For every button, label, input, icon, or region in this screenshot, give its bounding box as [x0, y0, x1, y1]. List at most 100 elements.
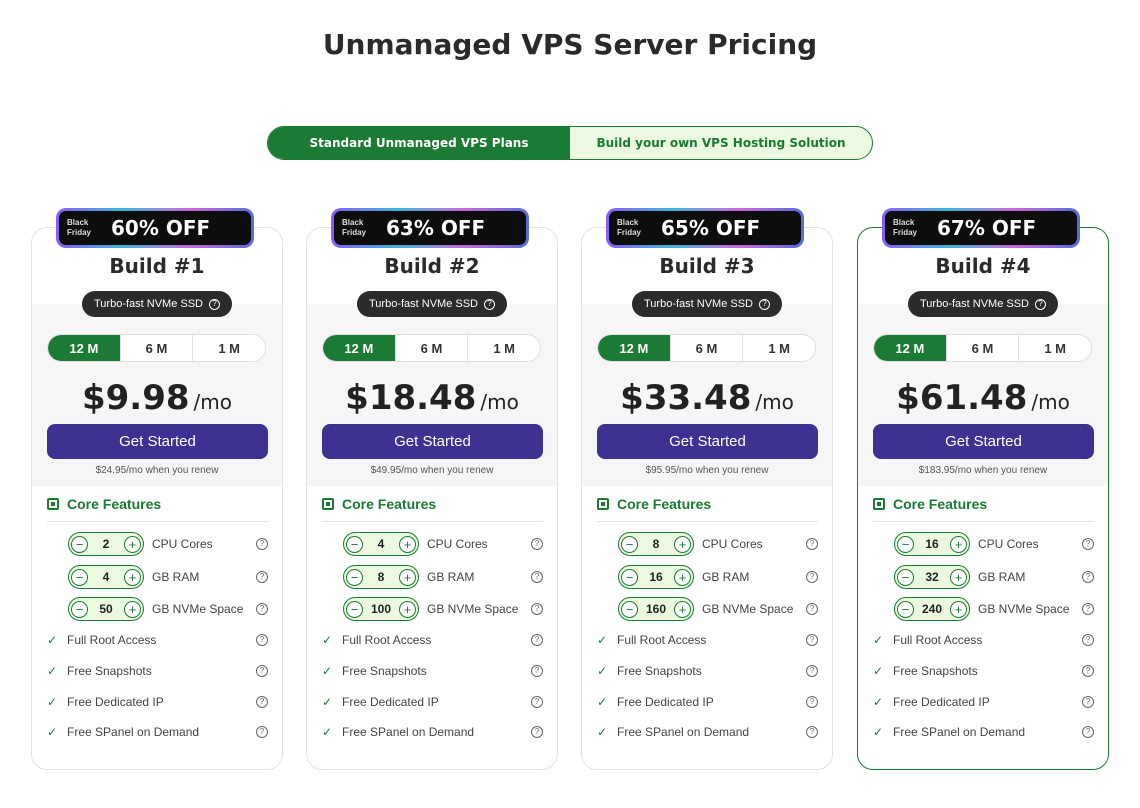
core-features-header: Core Features [597, 496, 818, 522]
help-icon[interactable]: ? [806, 603, 818, 615]
get-started-button[interactable]: Get Started [322, 424, 543, 459]
minus-icon[interactable]: − [897, 600, 914, 618]
help-icon[interactable]: ? [531, 696, 543, 708]
help-icon[interactable]: ? [806, 538, 818, 550]
minus-icon[interactable]: − [346, 600, 363, 618]
help-icon[interactable]: ? [806, 634, 818, 646]
help-icon[interactable]: ? [1082, 634, 1094, 646]
check-icon: ✓ [47, 695, 58, 709]
plus-icon[interactable]: + [124, 535, 141, 553]
core-features-header: Core Features [322, 496, 543, 522]
minus-icon[interactable]: − [71, 568, 88, 586]
minus-icon[interactable]: − [71, 535, 88, 553]
feature-label: Free SPanel on Demand [893, 725, 1026, 739]
minus-icon[interactable]: − [897, 568, 914, 586]
period-12m[interactable]: 12 M [323, 335, 395, 361]
plus-icon[interactable]: + [950, 600, 967, 618]
period-6m[interactable]: 6 M [394, 335, 468, 361]
price-area: Turbo-fast NVMe SSD ? 12 M 6 M 1 M $61.4… [858, 291, 1108, 486]
help-icon[interactable]: ? [1082, 726, 1094, 738]
help-icon[interactable]: ? [531, 538, 543, 550]
renew-price: $24.95/mo when you renew [95, 465, 219, 476]
plus-icon[interactable]: + [399, 568, 416, 586]
period-1m[interactable]: 1 M [742, 335, 815, 361]
ram-row: − 16 + GB RAM ? [618, 565, 818, 589]
price-unit: /mo [1031, 390, 1070, 414]
period-12m[interactable]: 12 M [874, 335, 946, 361]
help-icon[interactable]: ? [531, 665, 543, 677]
period-1m[interactable]: 1 M [1018, 335, 1091, 361]
feature-label: Free Snapshots [617, 664, 702, 678]
core-features-header: Core Features [873, 496, 1094, 522]
plus-icon[interactable]: + [673, 568, 691, 586]
minus-icon[interactable]: − [897, 535, 914, 553]
discount-badge: Black Friday 63% OFF [331, 208, 529, 248]
feature-item: ✓ Free Dedicated IP ? [322, 693, 543, 711]
feature-item: ✓ Full Root Access ? [873, 631, 1094, 649]
ram-value: 4 [102, 570, 110, 584]
get-started-button[interactable]: Get Started [873, 424, 1094, 459]
plus-icon[interactable]: + [123, 600, 141, 618]
help-icon[interactable]: ? [256, 538, 268, 550]
cpu-stepper: − 16 + [894, 532, 970, 556]
help-icon[interactable]: ? [1082, 538, 1094, 550]
feature-label: Free SPanel on Demand [67, 725, 200, 739]
minus-icon[interactable]: − [621, 535, 638, 553]
cpu-row: − 2 + CPU Cores ? [68, 532, 268, 556]
help-icon[interactable]: ? [1082, 665, 1094, 677]
minus-icon[interactable]: − [71, 600, 88, 618]
period-6m[interactable]: 6 M [119, 335, 193, 361]
plus-icon[interactable]: + [399, 600, 416, 618]
help-icon[interactable]: ? [209, 298, 221, 310]
discount-text: 63% OFF [386, 216, 486, 240]
check-icon: ✓ [597, 633, 608, 647]
price: $9.98/mo [32, 378, 282, 418]
plus-icon[interactable]: + [949, 535, 967, 553]
minus-icon[interactable]: − [621, 600, 638, 618]
help-icon[interactable]: ? [256, 726, 268, 738]
help-icon[interactable]: ? [806, 726, 818, 738]
help-icon[interactable]: ? [256, 696, 268, 708]
help-icon[interactable]: ? [1082, 603, 1094, 615]
minus-icon[interactable]: − [346, 568, 363, 586]
help-icon[interactable]: ? [256, 571, 268, 583]
period-1m[interactable]: 1 M [467, 335, 540, 361]
period-12m[interactable]: 12 M [598, 335, 670, 361]
help-icon[interactable]: ? [806, 696, 818, 708]
plus-icon[interactable]: + [399, 535, 416, 553]
help-icon[interactable]: ? [759, 298, 771, 310]
help-icon[interactable]: ? [531, 603, 543, 615]
period-6m[interactable]: 6 M [669, 335, 743, 361]
check-icon: ✓ [47, 664, 58, 678]
get-started-button[interactable]: Get Started [597, 424, 818, 459]
help-icon[interactable]: ? [531, 634, 543, 646]
help-icon[interactable]: ? [531, 571, 543, 583]
chip-icon [597, 498, 609, 510]
plus-icon[interactable]: + [124, 568, 141, 586]
help-icon[interactable]: ? [256, 665, 268, 677]
feature-item: ✓ Free Dedicated IP ? [47, 693, 268, 711]
help-icon[interactable]: ? [806, 665, 818, 677]
minus-icon[interactable]: − [621, 568, 638, 586]
plus-icon[interactable]: + [674, 535, 691, 553]
period-12m[interactable]: 12 M [48, 335, 120, 361]
help-icon[interactable]: ? [256, 634, 268, 646]
plus-icon[interactable]: + [949, 568, 967, 586]
help-icon[interactable]: ? [484, 298, 496, 310]
help-icon[interactable]: ? [531, 726, 543, 738]
chip-icon [873, 498, 885, 510]
plan-card: Black Friday 63% OFF Build #2 Turbo-fast… [306, 208, 558, 770]
renew-price: $49.95/mo when you renew [370, 465, 494, 476]
period-1m[interactable]: 1 M [192, 335, 265, 361]
black-friday-label: Black Friday [67, 218, 92, 237]
help-icon[interactable]: ? [1035, 298, 1047, 310]
help-icon[interactable]: ? [1082, 571, 1094, 583]
help-icon[interactable]: ? [1082, 696, 1094, 708]
period-6m[interactable]: 6 M [945, 335, 1019, 361]
plus-icon[interactable]: + [674, 600, 691, 618]
get-started-button[interactable]: Get Started [47, 424, 268, 459]
help-icon[interactable]: ? [806, 571, 818, 583]
help-icon[interactable]: ? [256, 603, 268, 615]
minus-icon[interactable]: − [346, 535, 363, 553]
price: $61.48/mo [858, 378, 1108, 418]
